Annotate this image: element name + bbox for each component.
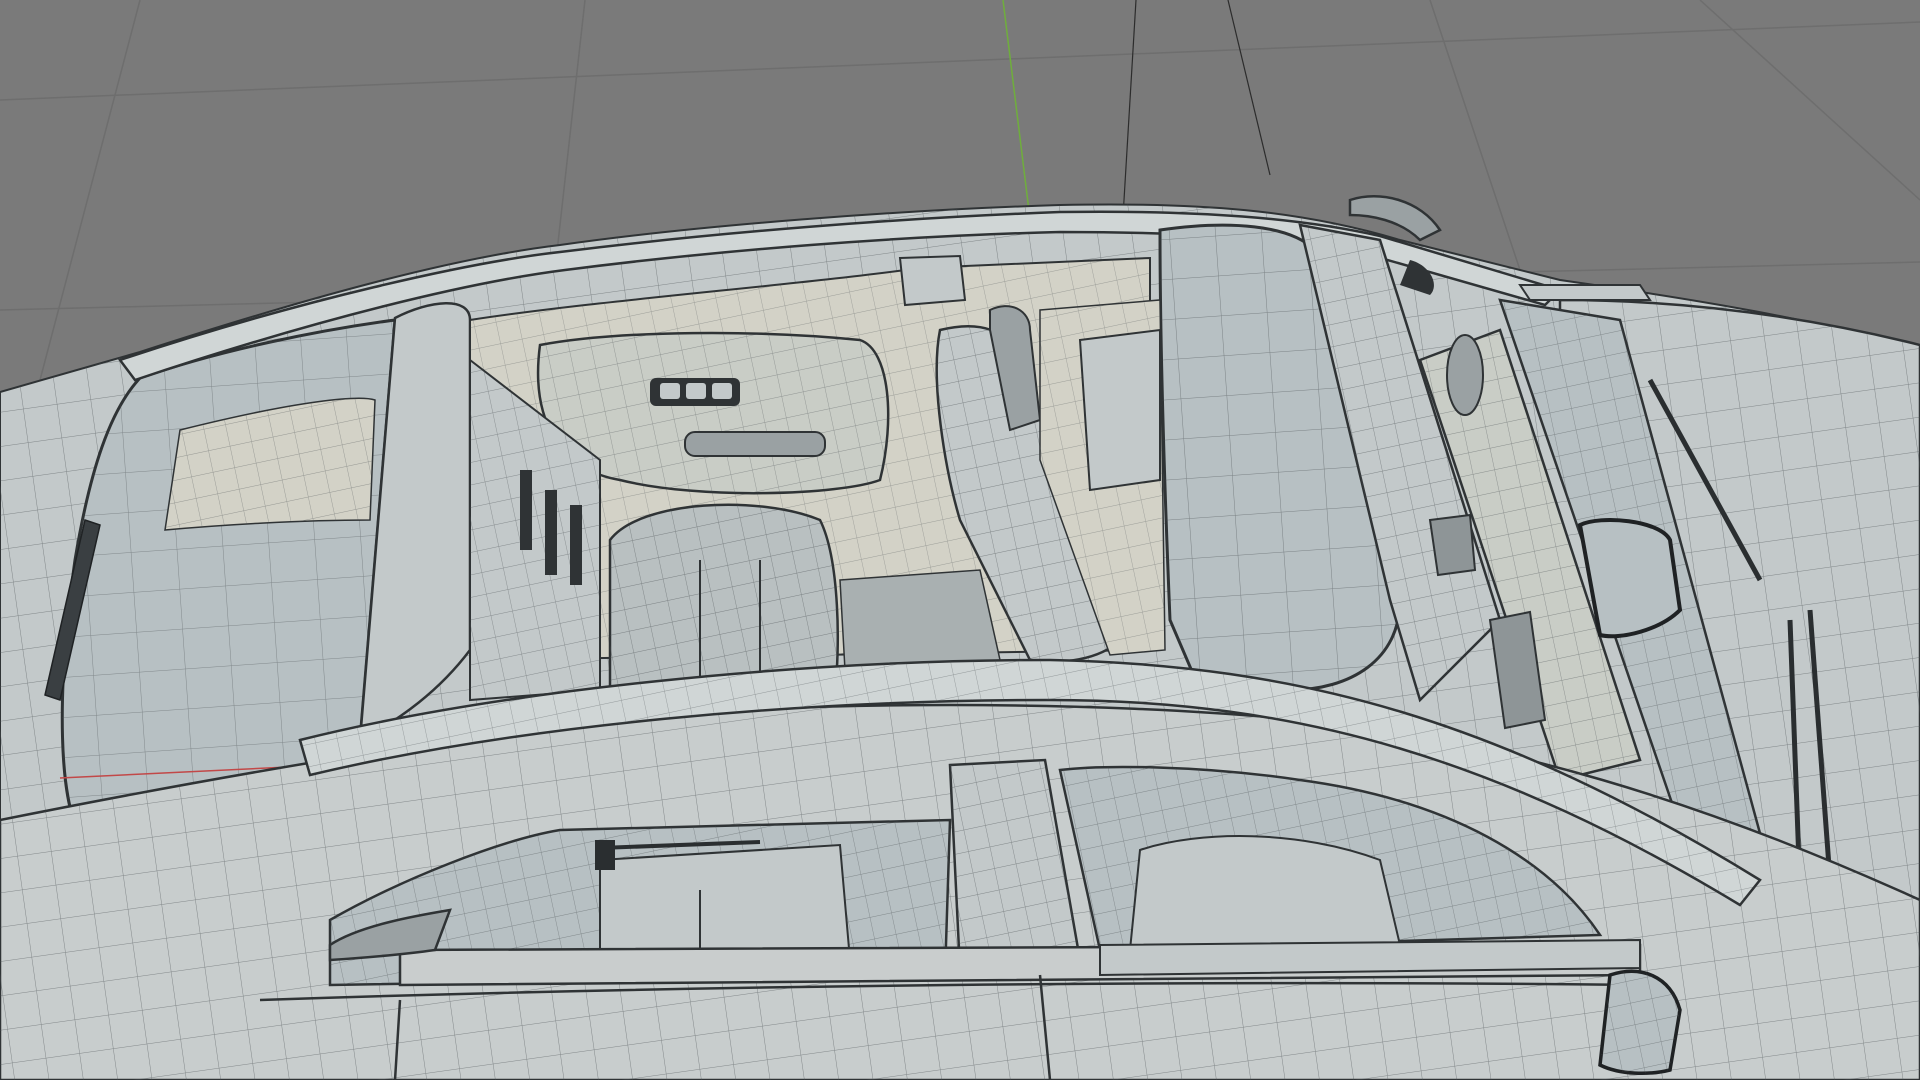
- 3d-viewport[interactable]: [0, 0, 1920, 1080]
- door-handle[interactable]: [684, 431, 826, 457]
- side-mirror-mount: [1446, 334, 1484, 416]
- car-model[interactable]: [0, 195, 1920, 1080]
- headrest-mount: [898, 254, 967, 307]
- car-wireframe-scene[interactable]: [0, 0, 1920, 1080]
